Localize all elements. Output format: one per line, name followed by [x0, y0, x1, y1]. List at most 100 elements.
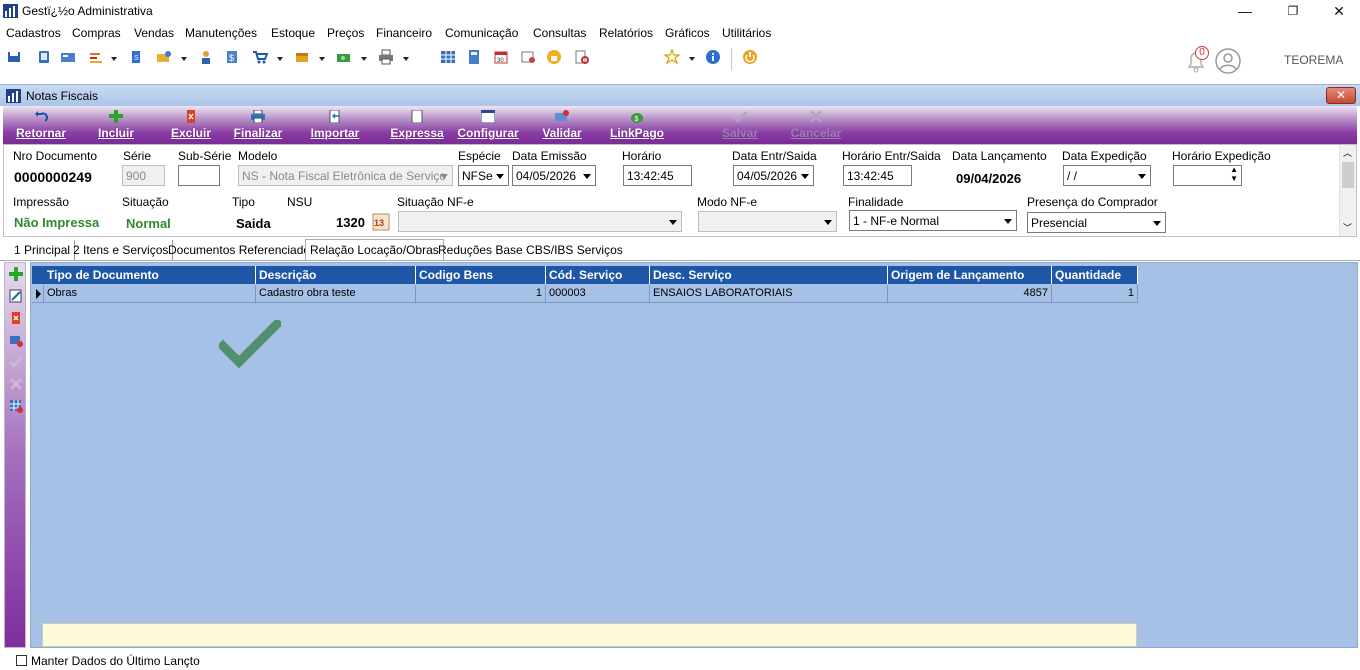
scrollbar-thumb[interactable]: [1342, 162, 1354, 188]
cell-descricao[interactable]: Cadastro obra teste: [256, 285, 416, 303]
tab-documentos-referenciados[interactable]: Documentos Referenciados: [164, 240, 322, 260]
column-header-cod-servico[interactable]: Cód. Serviço: [546, 266, 650, 284]
dropdown-arrow-icon[interactable]: [319, 57, 325, 61]
scroll-down-icon[interactable]: ﹀: [1343, 221, 1352, 234]
configurar-button[interactable]: Configurar: [455, 106, 521, 144]
column-header-codigo-bens[interactable]: Codigo Bens: [416, 266, 546, 284]
calendar-clock-icon[interactable]: [520, 49, 536, 65]
cell-cod-servico[interactable]: 000003: [546, 285, 650, 303]
column-header-desc-servico[interactable]: Desc. Serviço: [650, 266, 888, 284]
dropdown-arrow-icon[interactable]: [181, 57, 187, 61]
retornar-button[interactable]: Retornar: [11, 106, 71, 144]
serie-field[interactable]: 900: [122, 165, 165, 186]
presenca-select[interactable]: Presencial: [1027, 212, 1166, 233]
finalidade-select[interactable]: 1 - NF-e Normal: [849, 210, 1017, 231]
cell-codigo-bens[interactable]: 1: [416, 285, 546, 303]
menu-financeiro[interactable]: Financeiro: [376, 26, 432, 40]
data-emissao-picker[interactable]: 04/05/2026: [512, 165, 596, 186]
spinner-arrows-icon[interactable]: ▲ ▼: [1230, 166, 1238, 183]
box-icon[interactable]: [294, 49, 310, 65]
star-icon[interactable]: [664, 49, 680, 65]
menu-graficos[interactable]: Gráficos: [665, 26, 710, 40]
importar-button[interactable]: Importar: [305, 106, 365, 144]
cell-quantidade[interactable]: 1: [1052, 285, 1138, 303]
column-header-tipo-documento[interactable]: Tipo de Documento: [44, 266, 256, 284]
incluir-button[interactable]: Incluir: [91, 106, 141, 144]
calendar-icon[interactable]: 30: [493, 49, 509, 65]
cancel-edit-icon[interactable]: [9, 333, 23, 347]
menu-comunicacao[interactable]: Comunicação: [445, 26, 518, 40]
dropdown-arrow-icon[interactable]: [277, 57, 283, 61]
delete-row-icon[interactable]: [9, 311, 23, 325]
person-icon[interactable]: [198, 49, 214, 65]
close-button[interactable]: ✕: [1316, 0, 1360, 24]
calculator-icon[interactable]: [466, 49, 482, 65]
column-header-origem-lancamento[interactable]: Origem de Lançamento: [888, 266, 1052, 284]
linkpago-button[interactable]: $ LinkPago: [603, 106, 671, 144]
menu-manutencoes[interactable]: Manutenções: [185, 26, 257, 40]
horario-exped-spinner[interactable]: ▲ ▼: [1173, 165, 1242, 186]
modo-nfe-select[interactable]: [698, 211, 837, 232]
cart-icon[interactable]: [252, 49, 268, 65]
document-blue-icon[interactable]: S: [128, 49, 144, 65]
power-icon[interactable]: [742, 49, 758, 65]
minimize-button[interactable]: —: [1222, 0, 1268, 24]
card-icon[interactable]: [60, 49, 76, 65]
grid-config-icon[interactable]: [9, 399, 23, 413]
column-header-descricao[interactable]: Descrição: [256, 266, 416, 284]
child-close-button[interactable]: ✕: [1326, 87, 1356, 104]
menu-utilitarios[interactable]: Utilitários: [722, 26, 771, 40]
tab-relacao-locacao-obras[interactable]: Relação Locação/Obras: [305, 239, 444, 261]
cell-desc-servico[interactable]: ENSAIOS LABORATORIAIS: [650, 285, 888, 303]
expressa-button[interactable]: Expressa: [387, 106, 447, 144]
restore-button[interactable]: ❐: [1270, 0, 1316, 24]
menu-precos[interactable]: Preços: [327, 26, 364, 40]
tab-principal[interactable]: 1 Principal: [10, 240, 76, 260]
row-indicator[interactable]: [32, 285, 44, 303]
money-icon[interactable]: [336, 49, 352, 65]
dropdown-arrow-icon[interactable]: [111, 57, 117, 61]
lock-icon[interactable]: [546, 49, 562, 65]
horario-entr-field[interactable]: 13:42:45: [843, 165, 912, 186]
modelo-select[interactable]: NS - Nota Fiscal Eletrônica de Serviço: [238, 165, 453, 186]
menu-relatorios[interactable]: Relatórios: [599, 26, 653, 40]
cell-tipo-documento[interactable]: Obras: [44, 285, 256, 303]
menu-estoque[interactable]: Estoque: [271, 26, 315, 40]
dollar-doc-icon[interactable]: $: [224, 49, 240, 65]
grid-table-icon[interactable]: [440, 49, 456, 65]
tab-itens-servicos[interactable]: 2 Itens e Serviços: [69, 240, 174, 260]
column-header-quantidade[interactable]: Quantidade: [1052, 266, 1138, 284]
printer-icon[interactable]: [378, 49, 394, 65]
folder-tag-icon[interactable]: [156, 49, 172, 65]
validar-button[interactable]: Validar: [537, 106, 587, 144]
user-avatar-icon[interactable]: [1214, 47, 1242, 75]
save-disk-icon[interactable]: [6, 49, 22, 65]
cancelar-button[interactable]: Cancelar: [786, 106, 846, 144]
dropdown-arrow-icon[interactable]: [403, 57, 409, 61]
menu-compras[interactable]: Compras: [72, 26, 121, 40]
info-icon[interactable]: [705, 49, 721, 65]
confirm-row-icon[interactable]: [9, 355, 23, 369]
especie-select[interactable]: NFSe: [458, 165, 509, 186]
tab-reducoes-base[interactable]: Reduções Base CBS/IBS Serviços: [434, 240, 627, 260]
dropdown-arrow-icon[interactable]: [689, 57, 695, 61]
horario-field[interactable]: 13:42:45: [623, 165, 692, 186]
discard-row-icon[interactable]: [9, 377, 23, 391]
menu-consultas[interactable]: Consultas: [533, 26, 586, 40]
excluir-button[interactable]: Excluir: [166, 106, 216, 144]
scroll-up-icon[interactable]: ︿: [1343, 146, 1352, 159]
dropdown-arrow-icon[interactable]: [361, 57, 367, 61]
add-row-icon[interactable]: [9, 267, 23, 281]
data-exped-picker[interactable]: / /: [1063, 165, 1151, 186]
sequence-icon[interactable]: 13: [372, 213, 390, 231]
subserie-field[interactable]: [178, 165, 220, 186]
data-entr-picker[interactable]: 04/05/2026: [733, 165, 814, 186]
salvar-button[interactable]: Salvar: [715, 106, 765, 144]
situacao-nfe-select[interactable]: [398, 211, 682, 232]
tablet-icon[interactable]: [36, 49, 52, 65]
form-scrollbar[interactable]: ︿ ﹀: [1339, 145, 1356, 236]
finalizar-button[interactable]: Finalizar: [229, 106, 287, 144]
edit-row-icon[interactable]: [9, 289, 23, 303]
menu-cadastros[interactable]: Cadastros: [6, 26, 61, 40]
report-search-icon[interactable]: [574, 49, 590, 65]
